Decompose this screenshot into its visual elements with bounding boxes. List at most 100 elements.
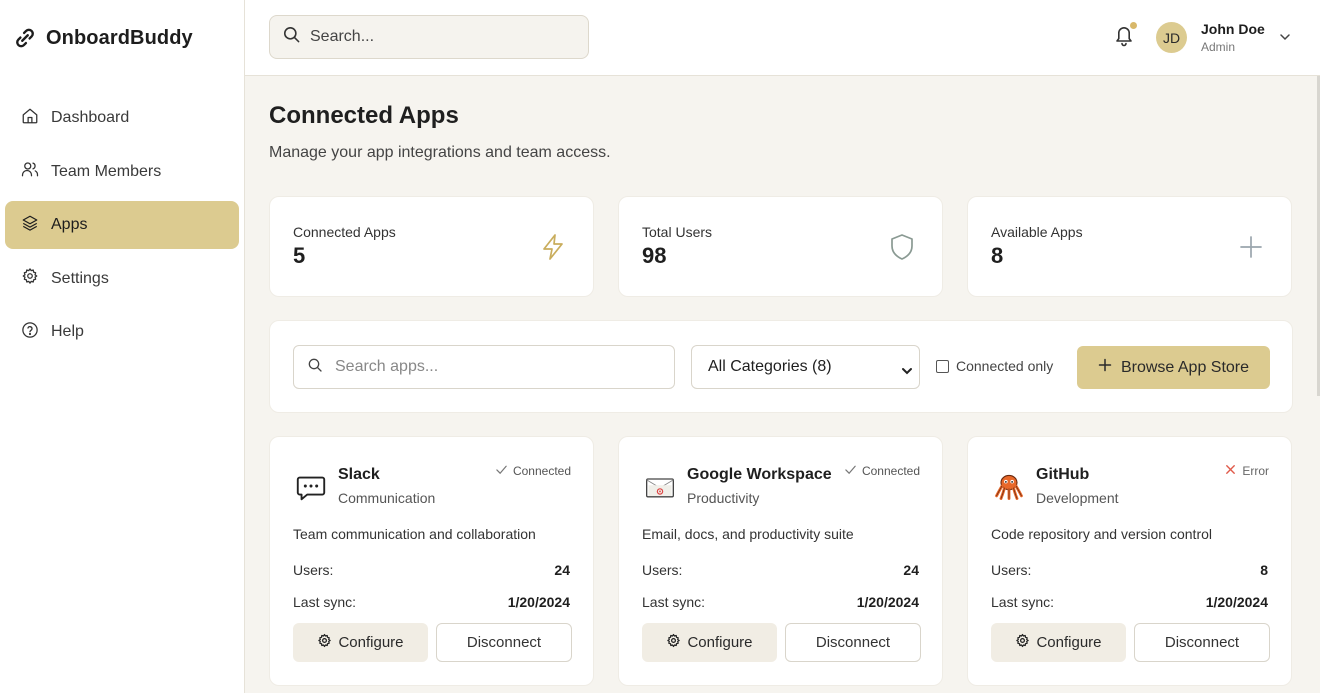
app-card-github: GitHub Development Error Code repository… — [967, 436, 1292, 686]
sidebar-item-settings[interactable]: Settings — [5, 255, 239, 303]
sidebar-item-label: Settings — [51, 269, 109, 287]
notifications-button[interactable] — [1113, 22, 1137, 48]
app-description: Email, docs, and productivity suite — [642, 526, 854, 542]
connected-only-checkbox[interactable] — [936, 359, 949, 373]
app-description: Code repository and version control — [991, 526, 1213, 542]
gear-icon — [1015, 633, 1030, 652]
gear-icon — [666, 633, 681, 652]
user-role: Admin — [1201, 40, 1236, 54]
sidebar-item-label: Dashboard — [51, 109, 130, 126]
users-label: Users: — [293, 562, 334, 578]
stat-card-total-users: Total Users 98 — [618, 196, 943, 297]
search-icon — [282, 25, 301, 49]
gear-icon — [317, 633, 332, 652]
configure-button[interactable]: Configure — [293, 623, 428, 662]
last-sync-value: 1/20/2024 — [507, 594, 570, 610]
status-label: Connected — [861, 464, 920, 478]
sidebar-item-dashboard[interactable]: Dashboard — [5, 94, 239, 142]
connected-only-toggle[interactable]: Connected only — [936, 358, 1053, 374]
page-title: Connected Apps — [269, 102, 459, 129]
stat-label: Total Users — [642, 224, 713, 240]
status-badge: Connected — [844, 463, 920, 479]
top-header: JD John Doe Admin — [245, 0, 1320, 76]
users-label: Users: — [991, 562, 1032, 578]
global-search[interactable] — [269, 15, 589, 59]
last-sync-label: Last sync: — [991, 594, 1055, 610]
sidebar-item-help[interactable]: Help — [5, 308, 239, 356]
browse-app-store-button[interactable]: Browse App Store — [1077, 346, 1270, 389]
configure-label: Configure — [338, 634, 404, 651]
chevron-down-icon[interactable] — [1278, 30, 1292, 44]
last-sync-label: Last sync: — [293, 594, 357, 610]
stat-card-available-apps: Available Apps 8 — [967, 196, 1292, 297]
shield-icon — [887, 232, 917, 262]
configure-label: Configure — [1036, 634, 1102, 651]
last-sync-value: 1/20/2024 — [856, 594, 919, 610]
plus-icon — [1098, 358, 1112, 377]
chevron-down-icon — [901, 363, 913, 375]
gear-icon — [21, 267, 39, 290]
brand-name: OnboardBuddy — [46, 26, 193, 49]
app-category: Productivity — [687, 490, 760, 506]
apps-search[interactable] — [293, 345, 675, 389]
app-card-slack: Slack Communication Connected Team commu… — [269, 436, 594, 686]
browse-app-store-label: Browse App Store — [1120, 358, 1250, 376]
stat-value: 5 — [293, 243, 306, 268]
users-count: 24 — [554, 562, 570, 578]
lightning-icon — [538, 232, 568, 262]
apps-search-input[interactable] — [335, 358, 655, 376]
disconnect-button[interactable]: Disconnect — [436, 623, 572, 662]
app-name: Slack — [338, 466, 380, 483]
sidebar: OnboardBuddy Dashboard Team Members Apps… — [0, 0, 245, 693]
bell-icon — [1113, 27, 1137, 52]
sidebar-nav: Dashboard Team Members Apps Settings Hel… — [0, 76, 244, 356]
stat-label: Connected Apps — [293, 224, 396, 240]
app-category: Communication — [338, 490, 436, 506]
app-description: Team communication and collaboration — [293, 526, 536, 542]
status-badge: Connected — [495, 463, 571, 479]
brand[interactable]: OnboardBuddy — [0, 0, 244, 76]
connected-only-label: Connected only — [956, 358, 1054, 374]
chat-bubble-icon — [293, 469, 329, 505]
user-name[interactable]: John Doe — [1201, 21, 1265, 37]
octopus-icon — [991, 469, 1027, 505]
notification-dot — [1130, 22, 1137, 29]
sidebar-item-label: Apps — [51, 216, 88, 233]
users-count: 8 — [1260, 562, 1268, 578]
check-icon — [844, 463, 857, 479]
home-icon — [21, 107, 39, 130]
status-badge: Error — [1224, 463, 1269, 479]
plus-icon — [1236, 232, 1266, 262]
app-name: Google Workspace — [687, 466, 832, 483]
sidebar-item-label: Team Members — [51, 162, 162, 180]
app-card-google-workspace: Google Workspace Productivity Connected … — [618, 436, 943, 686]
layers-icon — [21, 214, 39, 237]
disconnect-button[interactable]: Disconnect — [785, 623, 921, 662]
stat-label: Available Apps — [991, 224, 1083, 240]
sidebar-item-apps[interactable]: Apps — [5, 201, 239, 249]
last-sync-value: 1/20/2024 — [1205, 594, 1268, 610]
help-circle-icon — [21, 321, 39, 344]
configure-label: Configure — [687, 634, 753, 651]
category-select[interactable]: All Categories (8) — [691, 345, 920, 389]
search-icon — [307, 357, 323, 378]
users-count: 24 — [903, 562, 919, 578]
disconnect-button[interactable]: Disconnect — [1134, 623, 1270, 662]
configure-button[interactable]: Configure — [642, 623, 777, 662]
x-icon — [1224, 463, 1237, 479]
stat-card-connected-apps: Connected Apps 5 — [269, 196, 594, 297]
stat-value: 8 — [991, 243, 1004, 268]
status-label: Error — [1242, 464, 1269, 478]
last-sync-label: Last sync: — [642, 594, 706, 610]
link-icon — [14, 27, 36, 49]
sidebar-item-team-members[interactable]: Team Members — [5, 148, 239, 196]
filter-bar: All Categories (8) Connected only Browse… — [269, 320, 1293, 413]
global-search-input[interactable] — [310, 28, 580, 46]
configure-button[interactable]: Configure — [991, 623, 1126, 662]
page-subtitle: Manage your app integrations and team ac… — [269, 144, 611, 161]
sidebar-item-label: Help — [51, 323, 84, 340]
avatar[interactable]: JD — [1156, 22, 1187, 53]
users-icon — [21, 160, 39, 183]
status-label: Connected — [512, 464, 571, 478]
envelope-icon — [642, 469, 678, 505]
